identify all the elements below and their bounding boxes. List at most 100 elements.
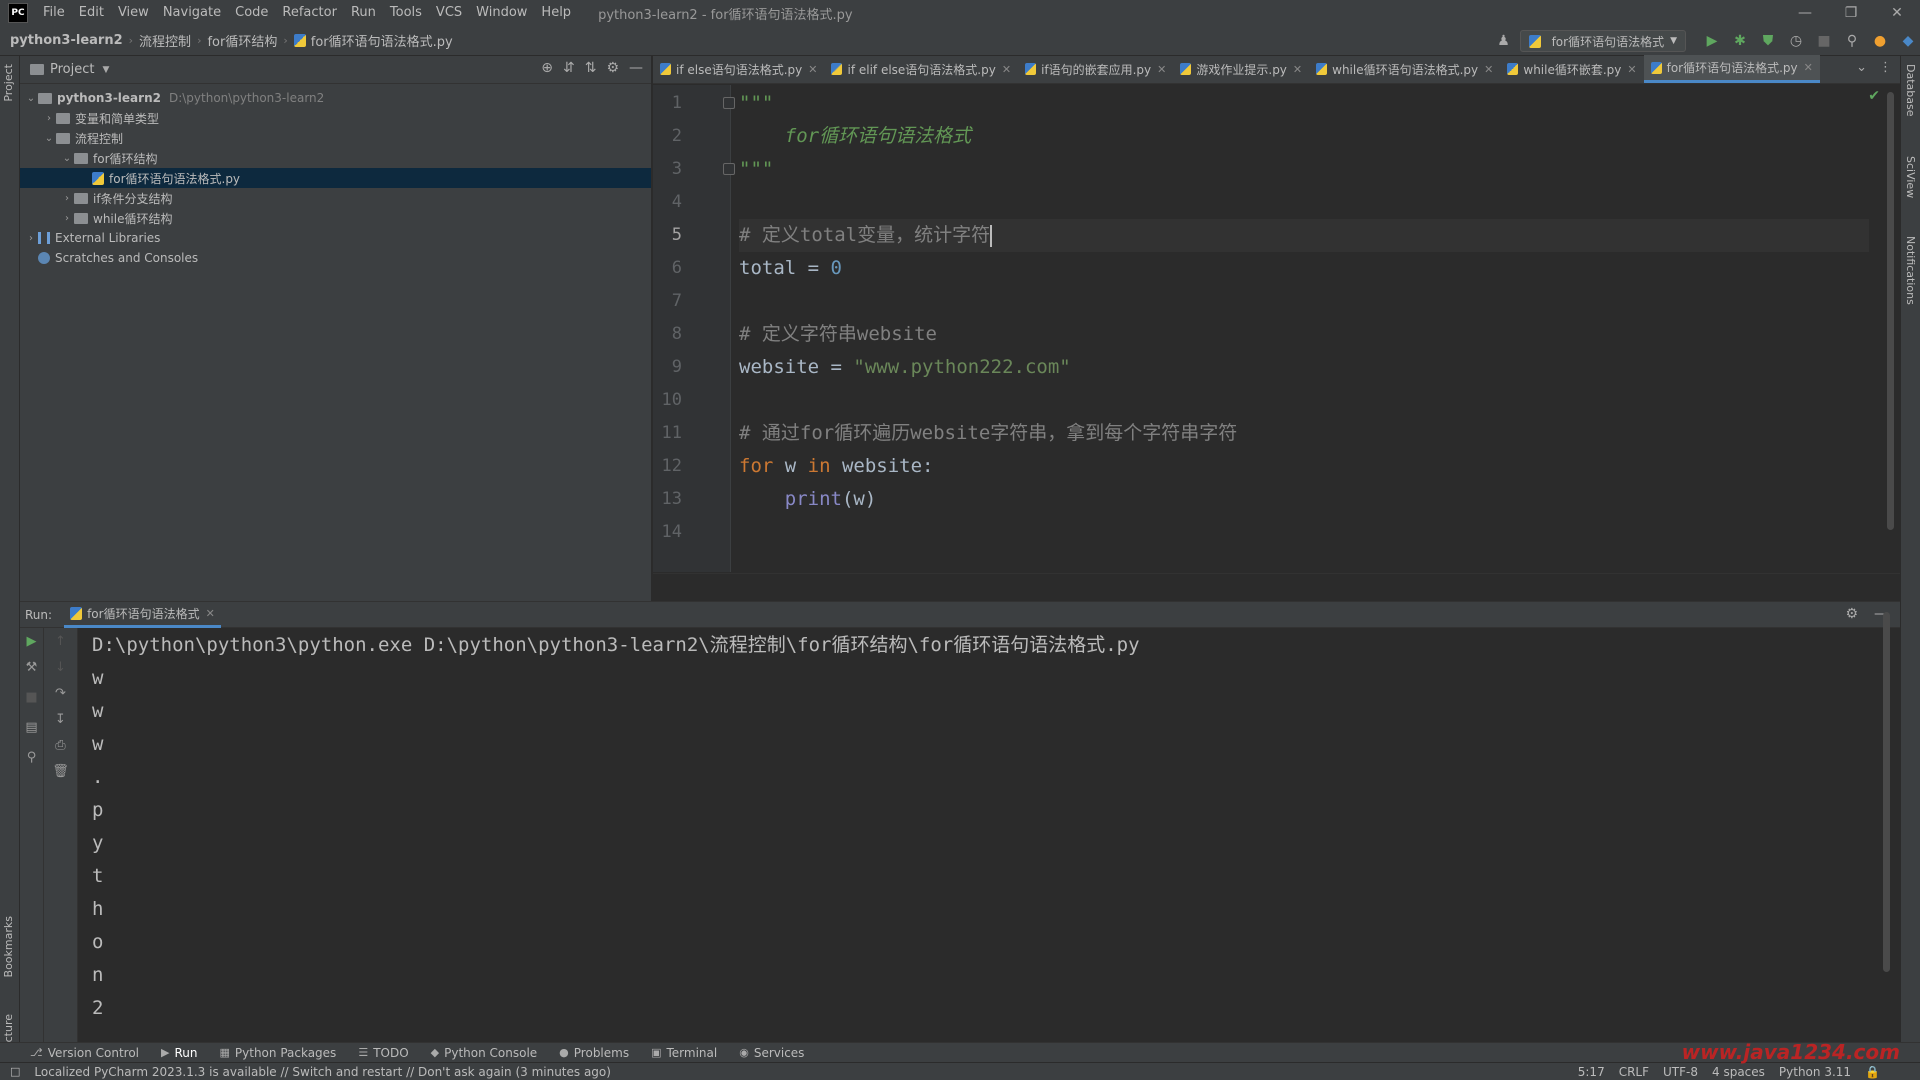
user-icon[interactable]: ♟ — [1492, 29, 1516, 53]
soft-wrap-icon[interactable]: ↷ — [44, 686, 77, 701]
more-icon[interactable]: ⋮ — [1879, 60, 1892, 75]
console-scrollbar[interactable] — [1883, 612, 1890, 972]
tree-item[interactable]: Scratches and Consoles — [20, 248, 651, 268]
services-tool-button[interactable]: ◉ Services — [739, 1046, 804, 1060]
tree-item[interactable]: › if条件分支结构 — [20, 188, 651, 208]
gear-icon[interactable]: ⚙ — [1845, 606, 1858, 622]
close-icon[interactable]: ✕ — [1002, 63, 1011, 76]
menu-item-window[interactable]: Window — [469, 0, 534, 26]
chevron-right-icon[interactable]: › — [60, 193, 74, 204]
menu-item-edit[interactable]: Edit — [72, 0, 111, 26]
run-tool-button[interactable]: ▶ Run — [161, 1046, 197, 1060]
tree-item[interactable]: › while循环结构 — [20, 208, 651, 228]
breadcrumb-folder[interactable]: 流程控制 — [133, 31, 197, 50]
print-icon[interactable]: ⎙ — [44, 738, 77, 753]
arrow-up-icon[interactable]: ↑ — [44, 634, 77, 649]
close-icon[interactable]: ✕ — [1804, 61, 1813, 74]
status-message[interactable]: Localized PyCharm 2023.1.3 is available … — [34, 1065, 611, 1079]
collapse-all-icon[interactable]: ⇅ — [585, 60, 597, 76]
chevron-right-icon[interactable]: › — [60, 213, 74, 224]
stop-icon[interactable]: ■ — [1812, 29, 1836, 53]
code-editor[interactable]: """ for循环语句语法格式 """ # 定义total变量，统计字符 total … — [739, 85, 1869, 572]
project-tool-button[interactable]: Project — [2, 64, 15, 102]
scroll-to-end-icon[interactable]: ↧ — [44, 712, 77, 727]
code-line[interactable]: """ — [739, 87, 773, 120]
breadcrumb-subfolder[interactable]: for循环结构 — [201, 31, 283, 50]
search-icon[interactable]: ⚲ — [1840, 29, 1864, 53]
code-line[interactable]: website = "www.python222.com" — [739, 351, 1071, 384]
chevron-down-icon[interactable]: ⌄ — [1856, 60, 1867, 75]
menu-item-vcs[interactable]: VCS — [429, 0, 469, 26]
tree-item[interactable]: ⌄ for循环结构 — [20, 148, 651, 168]
close-icon[interactable]: ✕ — [206, 607, 215, 620]
todo-tool-button[interactable]: ☰ TODO — [358, 1046, 408, 1060]
project-panel-title[interactable]: Project — [50, 62, 94, 77]
chevron-down-icon[interactable]: ⌄ — [42, 133, 56, 144]
chevron-right-icon[interactable]: › — [42, 113, 56, 124]
close-icon[interactable]: ✕ — [1627, 63, 1636, 76]
update-icon[interactable]: ● — [1868, 29, 1892, 53]
run-icon[interactable]: ▶ — [1700, 29, 1724, 53]
editor-tab[interactable]: while循环嵌套.py ✕ — [1500, 55, 1643, 83]
close-icon[interactable]: ✕ — [1484, 63, 1493, 76]
debug-icon[interactable]: ✱ — [1728, 29, 1752, 53]
inspection-ok-icon[interactable]: ✔ — [1868, 88, 1880, 104]
tree-item[interactable]: ⌄ python3-learn2 D:\python\python3-learn2 — [20, 88, 651, 108]
indent-setting[interactable]: 4 spaces — [1712, 1065, 1765, 1079]
trash-icon[interactable]: 🗑 — [44, 764, 77, 779]
notifications-tool-button[interactable]: Notifications — [1904, 236, 1917, 305]
profile-icon[interactable]: ◷ — [1784, 29, 1808, 53]
tree-item[interactable]: ⌄ 流程控制 — [20, 128, 651, 148]
wrench-icon[interactable]: ⚒ — [20, 660, 43, 675]
pin-icon[interactable]: ⚲ — [20, 750, 43, 765]
editor-tab[interactable]: while循环语句语法格式.py ✕ — [1309, 55, 1500, 83]
close-icon[interactable]: ✕ — [1157, 63, 1166, 76]
chevron-down-icon[interactable]: ⌄ — [60, 153, 74, 164]
rerun-icon[interactable]: ▶ — [20, 634, 43, 649]
fold-icon[interactable] — [723, 97, 735, 109]
editor-tab[interactable]: for循环语句语法格式.py ✕ — [1643, 55, 1820, 83]
menu-item-help[interactable]: Help — [534, 0, 578, 26]
menu-item-file[interactable]: File — [36, 0, 72, 26]
arrow-down-icon[interactable]: ↓ — [44, 660, 77, 675]
restore-icon[interactable]: ❐ — [1828, 0, 1874, 26]
file-encoding[interactable]: UTF-8 — [1663, 1065, 1698, 1079]
close-icon[interactable]: ✕ — [1874, 0, 1920, 26]
problems-tool-button[interactable]: ● Problems — [559, 1046, 629, 1060]
menu-item-tools[interactable]: Tools — [383, 0, 429, 26]
chevron-down-icon[interactable]: ▼ — [102, 65, 109, 75]
expand-all-icon[interactable]: ⇵ — [563, 60, 575, 76]
status-widget-icon[interactable]: □ — [10, 1065, 20, 1078]
sciview-tool-button[interactable]: SciView — [1904, 156, 1917, 198]
tree-item[interactable]: for循环语句语法格式.py — [20, 168, 651, 188]
python-packages-tool-button[interactable]: ▦ Python Packages — [220, 1046, 337, 1060]
editor-tab[interactable]: 游戏作业提示.py ✕ — [1173, 55, 1309, 83]
code-line[interactable]: # 通过for循环遍历website字符串，拿到每个字符串字符 — [739, 417, 1237, 450]
locate-icon[interactable]: ⊕ — [541, 60, 553, 76]
code-line[interactable]: for循环语句语法格式 — [739, 120, 971, 153]
close-icon[interactable]: ✕ — [1293, 63, 1302, 76]
gear-icon[interactable]: ⚙ — [606, 60, 619, 76]
breadcrumb-project[interactable]: python3-learn2 — [0, 33, 129, 48]
bookmarks-tool-button[interactable]: Bookmarks — [2, 916, 15, 977]
run-configuration-select[interactable]: for循环语句语法格式 ▼ — [1519, 30, 1686, 52]
coverage-icon[interactable]: ⛊ — [1756, 29, 1780, 53]
close-icon[interactable]: ✕ — [808, 63, 817, 76]
version-control-tool-button[interactable]: ⎇ Version Control — [30, 1046, 139, 1060]
tree-item[interactable]: › 变量和简单类型 — [20, 108, 651, 128]
editor-tab[interactable]: if语句的嵌套应用.py ✕ — [1018, 55, 1173, 83]
python-console-tool-button[interactable]: ◆ Python Console — [431, 1046, 538, 1060]
code-line[interactable]: print(w) — [739, 483, 877, 516]
python-interpreter[interactable]: Python 3.11 — [1779, 1065, 1851, 1079]
code-line[interactable]: # 定义字符串website — [739, 318, 937, 351]
tree-item[interactable]: › External Libraries — [20, 228, 651, 248]
editor-scrollbar[interactable] — [1887, 92, 1894, 530]
terminal-tool-button[interactable]: ▣ Terminal — [651, 1046, 717, 1060]
code-line[interactable]: for w in website: — [739, 450, 934, 483]
layout-icon[interactable]: ▤ — [20, 720, 43, 735]
lock-icon[interactable]: 🔒 — [1865, 1065, 1880, 1079]
run-tab[interactable]: for循环语句语法格式 ✕ — [64, 602, 221, 628]
breadcrumb-file[interactable]: for循环语句语法格式.py — [288, 31, 459, 50]
database-tool-button[interactable]: Database — [1904, 64, 1917, 117]
fold-icon[interactable] — [723, 163, 735, 175]
